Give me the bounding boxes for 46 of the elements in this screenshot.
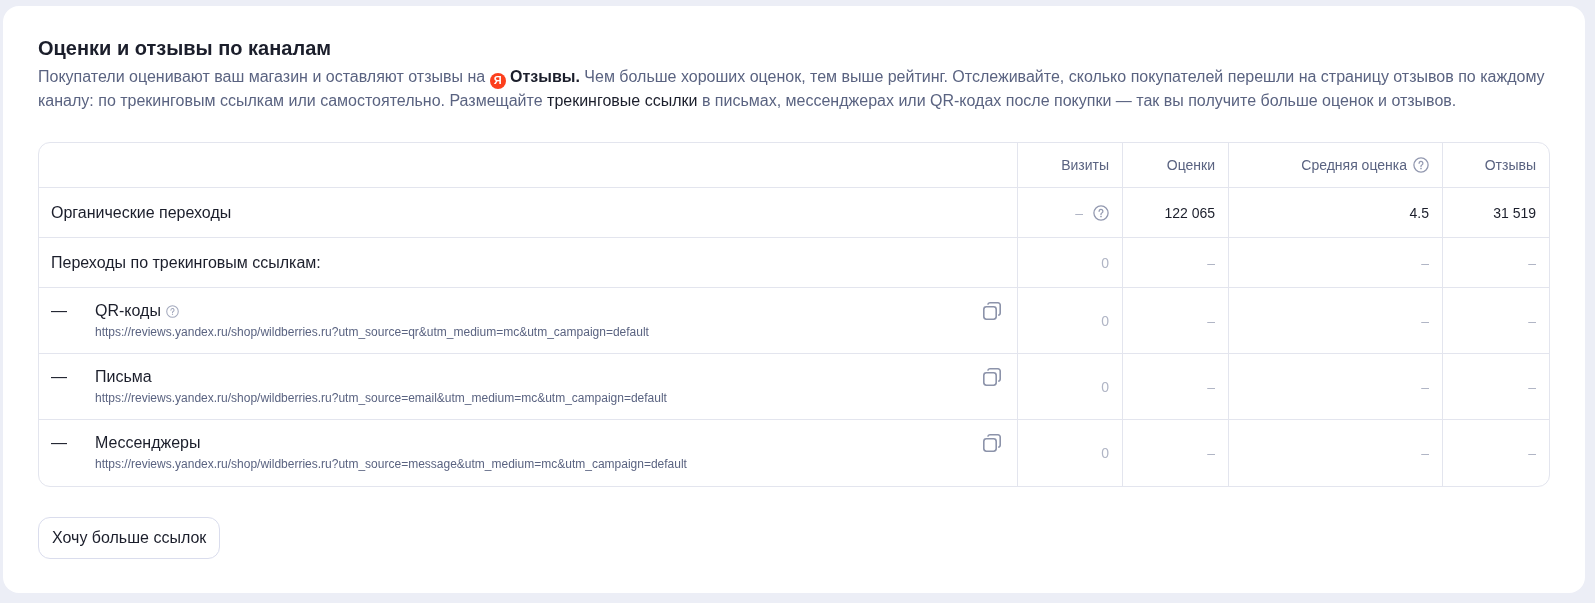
column-header: Отзывы <box>1484 156 1536 174</box>
list-marker: — <box>51 367 67 387</box>
help-icon[interactable] <box>1413 157 1429 173</box>
ratings-value: – <box>1207 311 1215 330</box>
column-header: Оценки <box>1166 156 1215 174</box>
visits-value: 0 <box>1101 311 1109 330</box>
more-links-button[interactable]: Хочу больше ссылок <box>38 517 221 559</box>
section-description: Покупатели оценивают ваш магазин и оставляют отзывы на Я Отзывы. Чем больше хороших оценок, тем выше рейтинг. Отслеживайте, сколько покупателей перешли на страницу отзывов по каждому каналу: по трекинговым ссылкам или самостоятельно. Размещайте трекинговые ссылки в письмах, мессенджерах или QR-кодах после покупки — так вы получите больше оценок и отзывов. <box>38 67 1546 111</box>
channel-name: Органические переходы <box>51 202 232 223</box>
help-icon[interactable] <box>1093 204 1109 221</box>
column-header: Средняя оценка <box>1301 156 1407 174</box>
average-rating-value: – <box>1421 311 1429 330</box>
ratings-value: – <box>1207 253 1215 272</box>
visits-value: – <box>1075 203 1083 222</box>
average-rating-value: 4.5 <box>1409 203 1429 222</box>
visits-value: 0 <box>1101 377 1109 396</box>
ratings-value: – <box>1207 444 1215 462</box>
ratings-value: – <box>1207 377 1215 396</box>
tracking-links-link[interactable]: трекинговые ссылки <box>547 92 698 109</box>
copy-icon[interactable] <box>983 302 1001 320</box>
reviews-value: – <box>1528 377 1536 396</box>
list-marker: — <box>51 301 67 321</box>
visits-value: 0 <box>1101 253 1109 272</box>
channel-name: Письма <box>95 367 152 387</box>
average-rating-value: – <box>1421 444 1429 462</box>
tracking-url: https://reviews.yandex.ru/shop/wildberries.ru?utm_source=qr&utm_medium=mc&utm_campaign=default <box>95 324 649 340</box>
reviews-value: – <box>1528 253 1536 272</box>
section-title: Оценки и отзывы по каналам <box>38 36 333 61</box>
channel-name: QR-коды <box>95 301 161 321</box>
tracking-url: https://reviews.yandex.ru/shop/wildberries.ru?utm_source=message&utm_medium=mc&utm_campaign=default <box>95 456 687 472</box>
reviews-value: – <box>1528 311 1536 330</box>
average-rating-value: – <box>1421 253 1429 272</box>
copy-icon[interactable] <box>983 434 1001 452</box>
list-marker: — <box>51 433 67 453</box>
column-header: Визиты <box>1061 156 1109 174</box>
reviews-value: – <box>1528 444 1536 462</box>
reviews-value: 31 519 <box>1493 203 1536 222</box>
logo-icon: Я <box>489 72 506 89</box>
tracking-url: https://reviews.yandex.ru/shop/wildberries.ru?utm_source=email&utm_medium=mc&utm_campaign=default <box>95 390 667 406</box>
help-icon[interactable] <box>165 304 179 318</box>
group-label: Переходы по трекинговым ссылкам: <box>51 252 321 273</box>
average-rating-value: – <box>1421 377 1429 396</box>
ratings-value: 122 065 <box>1164 203 1215 222</box>
channel-name: Мессенджеры <box>95 433 201 453</box>
visits-value: 0 <box>1101 444 1109 462</box>
copy-icon[interactable] <box>983 368 1001 386</box>
